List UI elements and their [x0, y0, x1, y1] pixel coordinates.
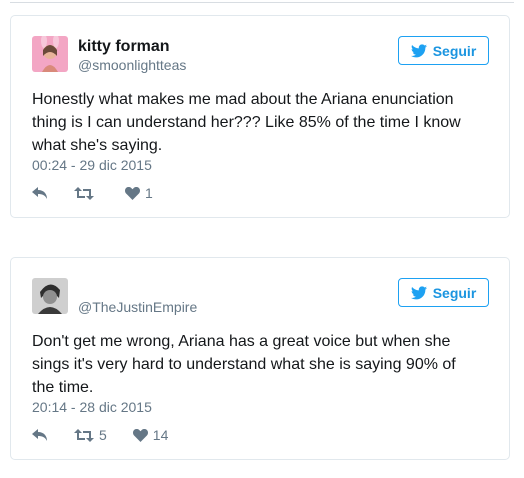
tweet-card: kitty forman @smoonlightteas Seguir Hone… — [10, 15, 510, 218]
heart-icon — [125, 186, 140, 200]
like-button[interactable]: 14 — [132, 427, 169, 443]
retweet-count: 5 — [99, 427, 107, 443]
follow-label: Seguir — [432, 42, 477, 59]
heart-icon — [132, 428, 148, 442]
tweet-text: Don't get me wrong, Ariana has a great v… — [32, 333, 456, 396]
top-divider — [10, 2, 514, 3]
tweet-timestamp[interactable]: 20:14 - 28 dic 2015 — [32, 399, 152, 415]
follow-button[interactable]: Seguir — [398, 278, 489, 307]
user-name[interactable]: kitty forman — [78, 38, 170, 56]
reply-button[interactable] — [32, 428, 48, 442]
tweet-actions: 5 14 — [32, 425, 194, 445]
reply-button[interactable] — [32, 186, 48, 200]
reply-icon — [32, 428, 47, 441]
twitter-bird-icon — [410, 285, 427, 299]
follow-button[interactable]: Seguir — [398, 36, 489, 65]
retweet-button[interactable] — [74, 186, 99, 200]
retweet-icon — [74, 186, 94, 200]
reply-icon — [32, 186, 47, 199]
tweet-timestamp[interactable]: 00:24 - 29 dic 2015 — [32, 157, 152, 173]
follow-label: Seguir — [432, 284, 477, 301]
avatar[interactable] — [32, 36, 68, 72]
avatar[interactable] — [32, 278, 68, 314]
retweet-icon — [74, 428, 94, 442]
user-handle[interactable]: @smoonlightteas — [78, 57, 186, 73]
twitter-bird-icon — [410, 43, 427, 57]
tweet-text: Honestly what makes me mad about the Ari… — [32, 91, 461, 154]
like-button[interactable]: 1 — [125, 185, 153, 201]
like-count: 1 — [145, 185, 153, 201]
tweet-actions: 1 — [32, 183, 179, 203]
retweet-button[interactable]: 5 — [74, 427, 107, 443]
tweet-card: @TheJustinEmpire Seguir Don't get me wro… — [10, 257, 510, 460]
user-handle[interactable]: @TheJustinEmpire — [78, 299, 197, 315]
like-count: 14 — [152, 427, 169, 443]
